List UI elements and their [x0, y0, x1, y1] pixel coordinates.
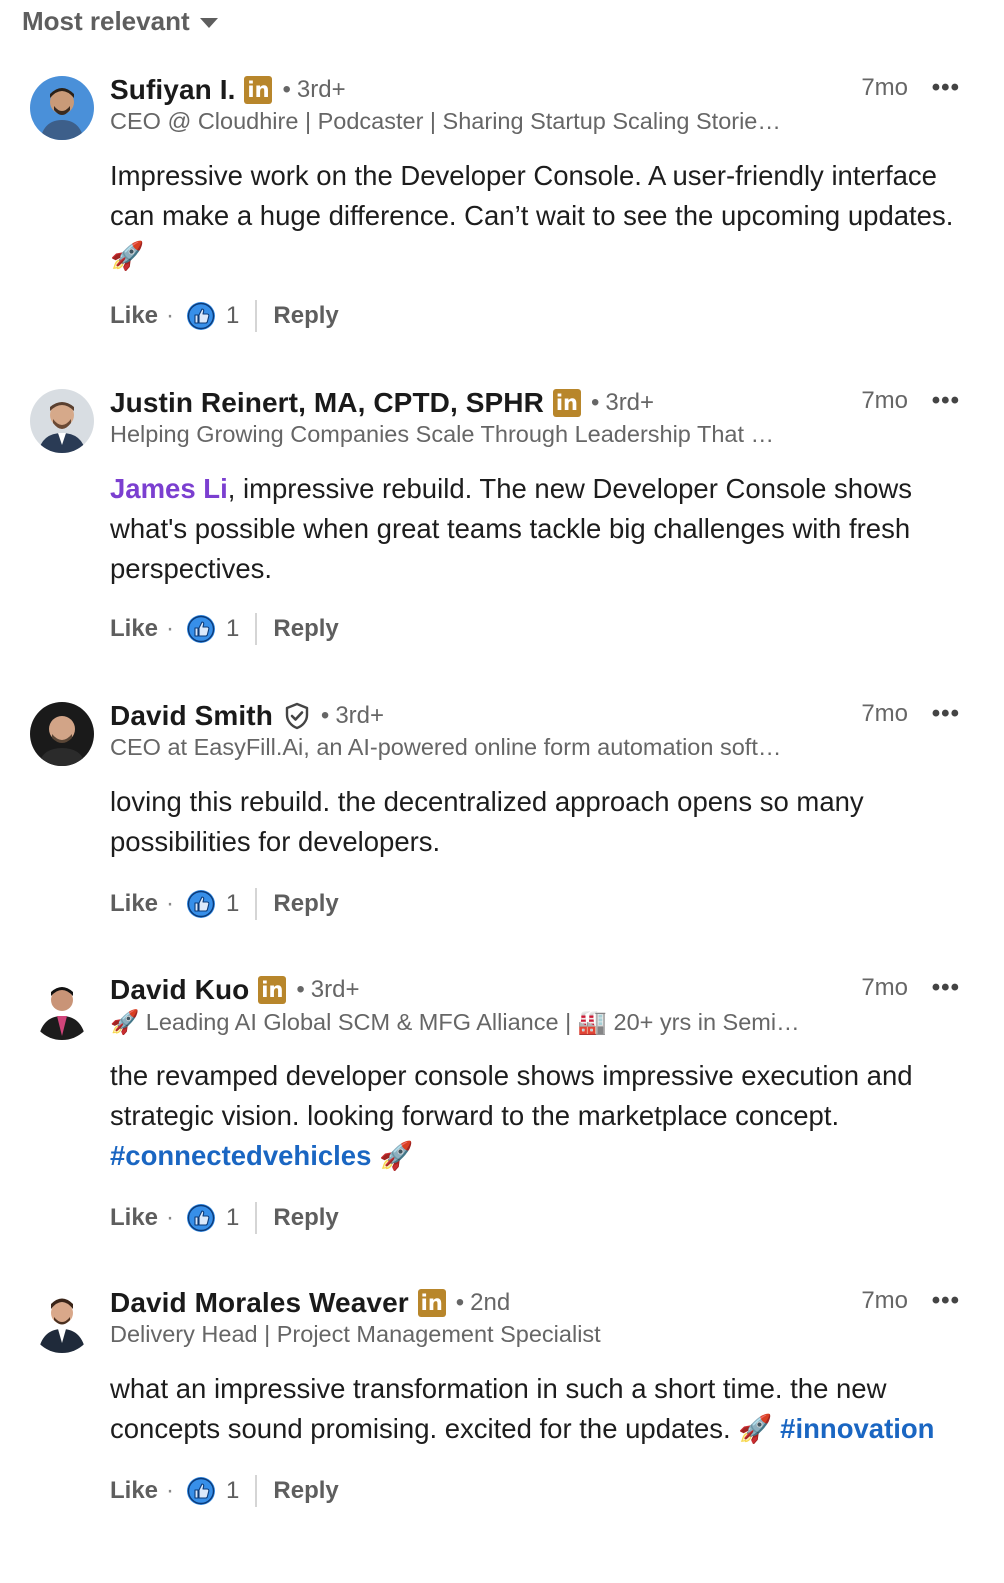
- comment-time: 7mo: [861, 387, 908, 414]
- reply-button[interactable]: Reply: [273, 1477, 338, 1505]
- linkedin-premium-icon: in: [552, 389, 581, 417]
- author-name[interactable]: Justin Reinert, MA, CPTD, SPHR: [110, 387, 544, 419]
- verified-shield-icon: [283, 702, 311, 730]
- reaction-count[interactable]: 1: [226, 1204, 239, 1232]
- like-reaction-icon[interactable]: [186, 614, 216, 644]
- like-button[interactable]: Like: [110, 1204, 158, 1232]
- comment-text: James Li, impressive rebuild. The new De…: [110, 473, 912, 584]
- comment: David Kuo in • 3rd+ 7mo ••• 🚀 Leading AI …: [0, 970, 1004, 1270]
- more-options-icon[interactable]: •••: [932, 700, 960, 728]
- comment-text: loving this rebuild. the decentralized a…: [110, 786, 864, 857]
- author-headline: Delivery Head | Project Management Speci…: [110, 1321, 601, 1347]
- divider: [255, 300, 258, 332]
- comment-actions: Like · 1 Reply: [110, 1200, 339, 1236]
- comment-actions: Like · 1 Reply: [110, 298, 339, 334]
- reaction-count[interactable]: 1: [226, 615, 239, 643]
- author-name[interactable]: Sufiyan I.: [110, 74, 235, 106]
- like-reaction-icon[interactable]: [186, 889, 216, 919]
- comment: Justin Reinert, MA, CPTD, SPHR in • 3rd+ …: [0, 383, 1004, 683]
- caret-down-icon: [199, 17, 218, 28]
- divider: [255, 1475, 258, 1507]
- comment-text: the revamped developer console shows imp…: [110, 1060, 913, 1171]
- author-headline: Helping Growing Companies Scale Through …: [110, 421, 775, 447]
- author-row: Sufiyan I. in • 3rd+: [110, 70, 346, 110]
- comment: David Morales Weaver in • 2nd 7mo ••• Del…: [0, 1283, 1004, 1583]
- sort-dropdown[interactable]: Most relevant: [22, 6, 218, 37]
- comment-time: 7mo: [861, 700, 908, 727]
- author-name[interactable]: David Smith: [110, 700, 273, 732]
- reply-button[interactable]: Reply: [273, 302, 338, 330]
- author-row: David Morales Weaver in • 2nd: [110, 1283, 510, 1323]
- like-reaction-icon[interactable]: [186, 1476, 216, 1506]
- avatar[interactable]: [30, 702, 94, 766]
- reaction-count[interactable]: 1: [226, 302, 239, 330]
- reaction-count[interactable]: 1: [226, 890, 239, 918]
- comment-actions: Like · 1 Reply: [110, 1473, 339, 1509]
- more-options-icon[interactable]: •••: [932, 1287, 960, 1315]
- author-row: David Kuo in • 3rd+: [110, 970, 359, 1010]
- comment-actions: Like · 1 Reply: [110, 611, 339, 647]
- more-options-icon[interactable]: •••: [932, 387, 960, 415]
- sort-label: Most relevant: [22, 6, 190, 36]
- comment: David Smith • 3rd+ 7mo ••• CEO at EasyFil…: [0, 696, 1004, 996]
- linkedin-premium-icon: in: [244, 76, 273, 104]
- author-name[interactable]: David Kuo: [110, 974, 249, 1006]
- author-row: David Smith • 3rd+: [110, 696, 384, 736]
- avatar[interactable]: [30, 76, 94, 140]
- author-name[interactable]: David Morales Weaver: [110, 1287, 409, 1319]
- avatar[interactable]: [30, 1289, 94, 1353]
- author-headline: 🚀 Leading AI Global SCM & MFG Alliance |…: [110, 1009, 800, 1035]
- more-options-icon[interactable]: •••: [932, 74, 960, 102]
- like-button[interactable]: Like: [110, 615, 158, 643]
- like-reaction-icon[interactable]: [186, 1203, 216, 1233]
- divider: [255, 613, 258, 645]
- comment: Sufiyan I. in • 3rd+ 7mo ••• CEO @ Cloudh…: [0, 70, 1004, 370]
- mention-link[interactable]: James Li: [110, 473, 228, 504]
- reply-button[interactable]: Reply: [273, 890, 338, 918]
- author-headline: CEO @ Cloudhire | Podcaster | Sharing St…: [110, 108, 781, 134]
- comment-time: 7mo: [861, 1287, 908, 1314]
- like-button[interactable]: Like: [110, 1477, 158, 1505]
- linkedin-premium-icon: in: [258, 976, 287, 1004]
- author-headline: CEO at EasyFill.Ai, an AI-powered online…: [110, 734, 782, 760]
- hashtag-link[interactable]: #innovation: [780, 1413, 934, 1444]
- like-button[interactable]: Like: [110, 302, 158, 330]
- like-button[interactable]: Like: [110, 890, 158, 918]
- comment-time: 7mo: [861, 74, 908, 101]
- hashtag-link[interactable]: #connectedvehicles: [110, 1140, 371, 1171]
- more-options-icon[interactable]: •••: [932, 974, 960, 1002]
- comment-actions: Like · 1 Reply: [110, 886, 339, 922]
- comment-time: 7mo: [861, 974, 908, 1001]
- reaction-count[interactable]: 1: [226, 1477, 239, 1505]
- divider: [255, 1202, 258, 1234]
- linkedin-premium-icon: in: [417, 1289, 446, 1317]
- reply-button[interactable]: Reply: [273, 615, 338, 643]
- connection-degree: • 3rd+: [590, 389, 655, 416]
- avatar[interactable]: [30, 389, 94, 453]
- comment-text: what an impressive transformation in suc…: [110, 1373, 935, 1444]
- divider: [255, 888, 258, 920]
- connection-degree: • 3rd+: [296, 976, 360, 1003]
- comment-text: Impressive work on the Developer Console…: [110, 160, 954, 271]
- connection-degree: • 2nd: [455, 1289, 511, 1316]
- like-reaction-icon[interactable]: [186, 301, 216, 331]
- connection-degree: • 3rd+: [282, 76, 346, 103]
- connection-degree: • 3rd+: [320, 702, 385, 729]
- reply-button[interactable]: Reply: [273, 1204, 338, 1232]
- author-row: Justin Reinert, MA, CPTD, SPHR in • 3rd+: [110, 383, 654, 423]
- avatar[interactable]: [30, 976, 94, 1040]
